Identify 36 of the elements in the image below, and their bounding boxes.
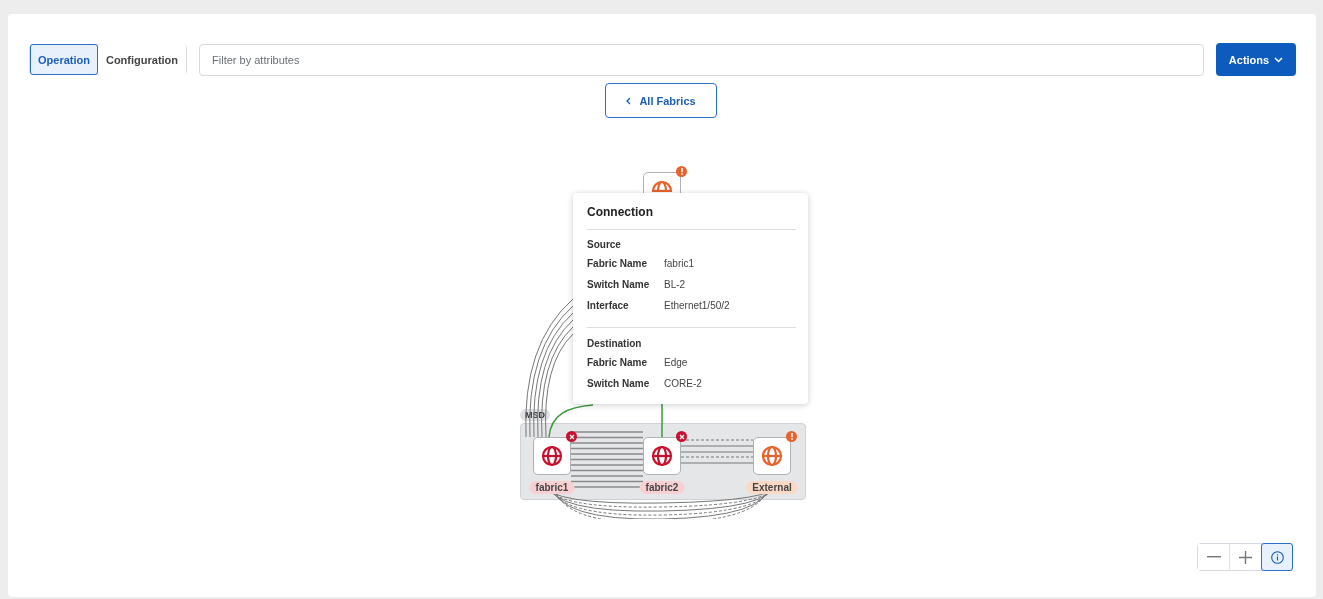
field-label: Fabric Name <box>587 357 649 370</box>
node-card[interactable] <box>643 437 681 475</box>
node-label: External <box>746 481 798 494</box>
field-label: Switch Name <box>587 279 651 292</box>
plus-icon <box>1239 550 1252 564</box>
info-icon <box>1270 550 1284 564</box>
globe-icon <box>651 445 673 467</box>
chevron-down-icon <box>1274 56 1284 63</box>
actions-button[interactable]: Actions <box>1216 43 1296 76</box>
minus-icon <box>1206 556 1221 558</box>
view-tab[interactable]: Configuration <box>97 44 187 75</box>
section-heading: Source <box>587 239 622 250</box>
back-button[interactable]: All Fabrics <box>605 83 717 118</box>
filter-field[interactable]: Filter by attributes <box>199 43 1204 76</box>
field-label: Switch Name <box>587 378 651 391</box>
node-label: fabric2 <box>639 481 685 494</box>
node-card[interactable] <box>753 437 791 475</box>
field-label: Fabric Name <box>587 258 649 271</box>
info-button[interactable] <box>1261 543 1293 571</box>
node-label: fabric1 <box>529 481 575 494</box>
chevron-left-icon <box>626 96 632 105</box>
section-heading: Destination <box>587 338 643 349</box>
tooltip-title: Connection <box>587 205 796 230</box>
node-card[interactable] <box>533 437 571 475</box>
field-label: Interface <box>587 300 630 313</box>
field-value: Ethernet1/50/2 <box>664 300 730 313</box>
link-line <box>661 404 663 438</box>
globe-icon <box>761 445 783 467</box>
field-value: BL-2 <box>664 279 686 292</box>
globe-icon <box>541 445 563 467</box>
globe-icon <box>651 180 673 192</box>
field-value: Edge <box>664 357 688 370</box>
link-line <box>548 404 594 438</box>
field-value: CORE-2 <box>664 378 702 391</box>
view-tab[interactable]: Operation <box>30 44 98 75</box>
field-value: fabric1 <box>664 258 694 271</box>
